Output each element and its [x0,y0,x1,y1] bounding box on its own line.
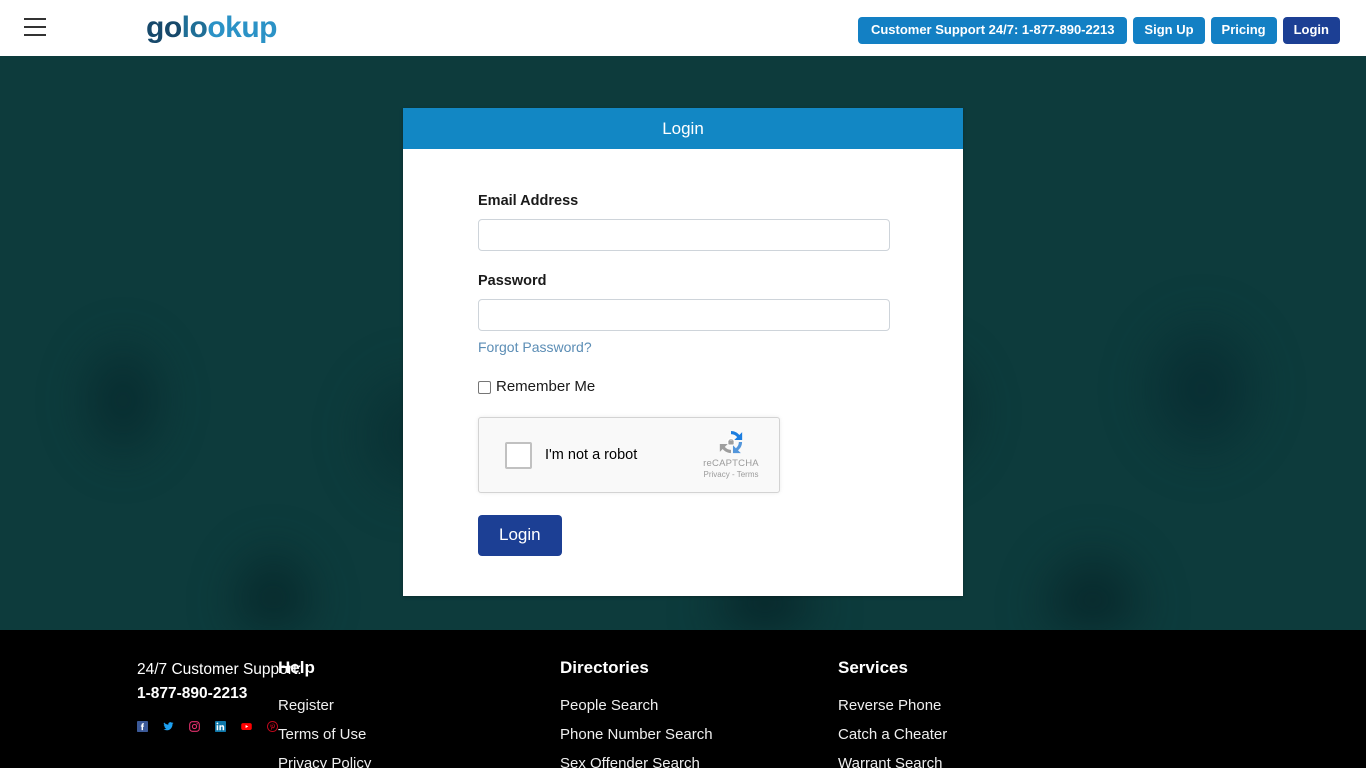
footer-link-terms-of-use[interactable]: Terms of Use [278,720,560,749]
footer-directories-column: Directories People Search Phone Number S… [560,658,838,768]
recaptcha-branding: reCAPTCHA Privacy - Terms [693,427,769,480]
recaptcha-privacy-link[interactable]: Privacy [704,470,730,479]
password-field[interactable] [478,299,890,331]
site-logo[interactable]: golookup [146,12,277,44]
youtube-icon[interactable] [241,718,252,735]
footer-directories-heading: Directories [560,658,649,677]
password-label: Password [478,273,547,289]
remember-me-checkbox[interactable] [478,380,491,394]
footer-support-column: 24/7 Customer Support: 1-877-890-2213 [0,658,302,768]
footer-link-register[interactable]: Register [278,691,560,720]
footer-support-phone[interactable]: 1-877-890-2213 [137,682,278,706]
social-links [137,718,278,735]
footer-link-sex-offender-search[interactable]: Sex Offender Search [560,749,838,768]
hamburger-menu-icon[interactable] [24,18,46,36]
footer-link-reverse-phone[interactable]: Reverse Phone [838,691,1138,720]
hero-background-section: Login Email Address Password Forgot Pass… [0,56,1366,630]
twitter-icon[interactable] [163,718,174,735]
sign-up-button[interactable]: Sign Up [1133,17,1205,44]
pinterest-icon[interactable] [267,718,278,735]
footer-help-column: Help Register Terms of Use Privacy Polic… [278,658,560,768]
footer-support-heading: 24/7 Customer Support: [137,661,302,678]
footer-link-warrant-search[interactable]: Warrant Search [838,749,1138,768]
footer-services-heading: Services [838,658,908,677]
forgot-password-link[interactable]: Forgot Password? [478,339,592,356]
hamburger-line [24,26,46,28]
logo-magnifier-o: o [207,11,226,44]
recaptcha-widget[interactable]: I'm not a robot reCAPTCHA Privacy - Term… [478,417,780,493]
recaptcha-checkbox[interactable] [505,441,532,469]
logo-part-go: go [146,11,182,44]
hamburger-line [24,18,46,20]
login-form: Email Address Password Forgot Password? … [403,149,963,596]
email-label: Email Address [478,193,579,209]
top-navigation-bar: golookup Customer Support 24/7: 1-877-89… [0,0,1366,56]
facebook-icon[interactable] [137,718,148,735]
login-card: Login Email Address Password Forgot Pass… [403,108,963,596]
hamburger-line [24,34,46,36]
footer-link-catch-a-cheater[interactable]: Catch a Cheater [838,720,1138,749]
recaptcha-label: I'm not a robot [545,446,638,463]
instagram-icon[interactable] [189,718,200,735]
footer-link-phone-number-search[interactable]: Phone Number Search [560,720,838,749]
recaptcha-logo-icon [693,427,769,457]
footer-link-people-search[interactable]: People Search [560,691,838,720]
linkedin-icon[interactable] [215,718,226,735]
recaptcha-legal-links: Privacy - Terms [693,470,769,480]
recaptcha-legal-separator: - [729,470,737,479]
login-submit-button[interactable]: Login [478,515,562,556]
footer-services-column: Services Reverse Phone Catch a Cheater W… [838,658,1138,768]
site-footer: 24/7 Customer Support: 1-877-890-2213 He… [0,630,1366,768]
login-card-header: Login [403,108,963,149]
recaptcha-terms-link[interactable]: Terms [737,470,759,479]
remember-me-label: Remember Me [496,378,596,395]
customer-support-button[interactable]: Customer Support 24/7: 1-877-890-2213 [857,17,1128,44]
page-title: Login [662,118,704,138]
logo-part-kup: kup [225,11,277,44]
login-nav-button[interactable]: Login [1282,17,1340,44]
footer-link-privacy-policy[interactable]: Privacy Policy [278,749,560,768]
pricing-button[interactable]: Pricing [1210,17,1277,44]
logo-part-lo: lo [181,11,208,44]
remember-me-row[interactable]: Remember Me [478,378,888,396]
footer-help-heading: Help [278,658,315,677]
email-field[interactable] [478,219,890,251]
nav-button-group: Customer Support 24/7: 1-877-890-2213 Si… [857,17,1340,44]
recaptcha-brand-name: reCAPTCHA [703,458,759,469]
